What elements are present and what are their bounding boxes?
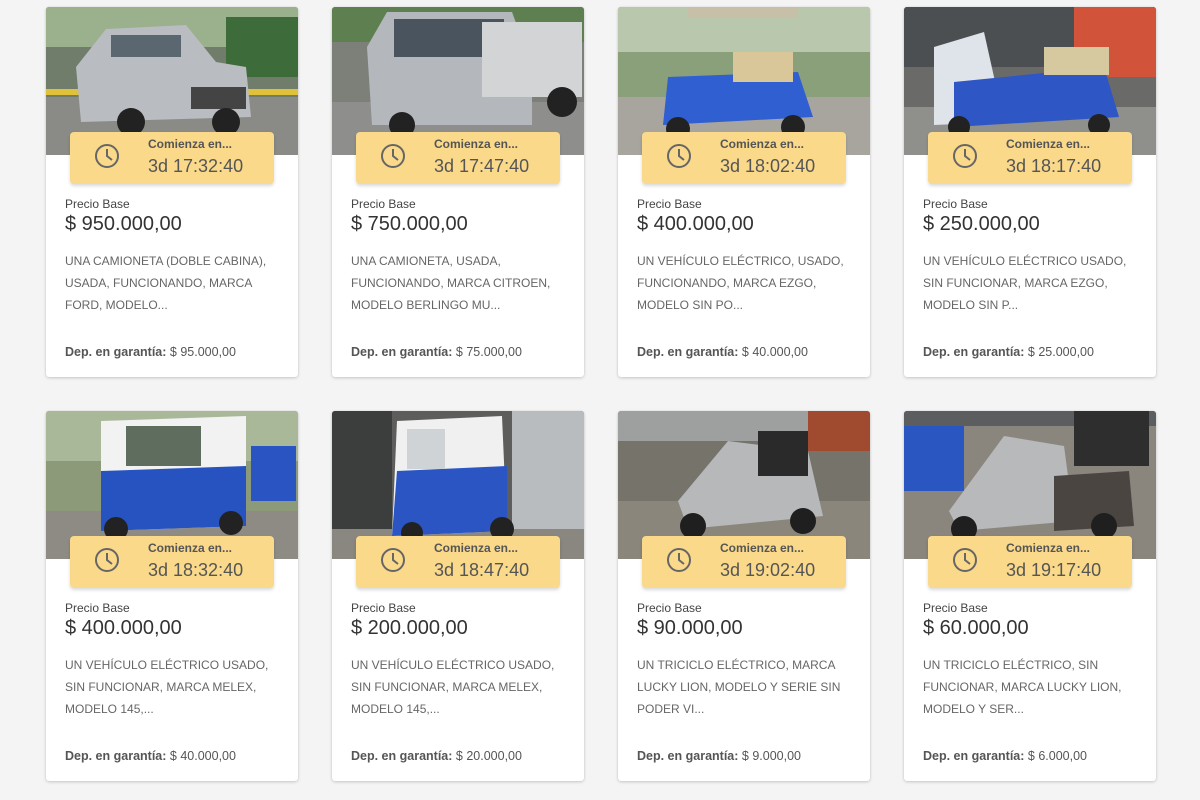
deposit-amount: $ 25.000,00 (1027, 345, 1094, 359)
clock-icon (667, 548, 691, 572)
clock-icon (667, 144, 691, 168)
lot-card[interactable]: Comienza en... 3d 18:32:40 Precio Base $… (46, 411, 298, 781)
base-price: $ 200.000,00 (351, 617, 468, 639)
deposit-label: Dep. en garantía: (923, 345, 1025, 359)
lot-description: UN VEHÍCULO ELÉCTRICO USADO, SIN FUNCION… (351, 658, 555, 716)
countdown-label: Comienza en... (720, 541, 805, 555)
deposit-amount: $ 20.000,00 (455, 749, 522, 763)
countdown-time: 3d 18:47:40 (434, 560, 530, 580)
countdown-badge: Comienza en... 3d 18:47:40 (356, 536, 560, 588)
countdown-label: Comienza en... (434, 541, 519, 555)
lot-details: Precio Base $ 60.000,00 UN TRICICLO ELÉC… (904, 559, 1156, 781)
base-price-label: Precio Base (351, 601, 416, 615)
countdown-badge: Comienza en... 3d 17:47:40 (356, 132, 560, 184)
clock-icon (95, 548, 119, 572)
base-price-label: Precio Base (637, 601, 702, 615)
countdown-badge: Comienza en... 3d 18:17:40 (928, 132, 1132, 184)
countdown-badge: Comienza en... 3d 18:32:40 (70, 536, 274, 588)
base-price: $ 400.000,00 (65, 617, 182, 639)
base-price-label: Precio Base (923, 197, 988, 211)
deposit-label: Dep. en garantía: (923, 749, 1025, 763)
clock-icon (953, 144, 977, 168)
base-price-label: Precio Base (65, 197, 130, 211)
lot-details: Precio Base $ 950.000,00 UNA CAMIONETA (… (46, 155, 298, 377)
countdown-label: Comienza en... (148, 541, 233, 555)
lot-description: UNA CAMIONETA (DOBLE CABINA), USADA, FUN… (65, 254, 267, 312)
deposit-label: Dep. en garantía: (637, 749, 739, 763)
countdown-label: Comienza en... (434, 137, 519, 151)
countdown-label: Comienza en... (1006, 541, 1091, 555)
base-price-label: Precio Base (65, 601, 130, 615)
deposit-amount: $ 6.000,00 (1027, 749, 1087, 763)
lot-card[interactable]: Comienza en... 3d 19:17:40 Precio Base $… (904, 411, 1156, 781)
lot-details: Precio Base $ 400.000,00 UN VEHÍCULO ELÉ… (618, 155, 870, 377)
deposit-label: Dep. en garantía: (65, 749, 167, 763)
deposit: Dep. en garantía: $ 20.000,00 (351, 749, 522, 763)
deposit: Dep. en garantía: $ 75.000,00 (351, 345, 522, 359)
lot-card[interactable]: Comienza en... 3d 19:02:40 Precio Base $… (618, 411, 870, 781)
base-price: $ 250.000,00 (923, 213, 1040, 235)
auction-lot-grid: Comienza en... 3d 17:32:40 Precio Base $… (0, 0, 1200, 800)
deposit-amount: $ 40.000,00 (741, 345, 808, 359)
base-price: $ 950.000,00 (65, 213, 182, 235)
deposit: Dep. en garantía: $ 9.000,00 (637, 749, 801, 763)
countdown-time: 3d 18:17:40 (1006, 156, 1102, 176)
lot-details: Precio Base $ 750.000,00 UNA CAMIONETA, … (332, 155, 584, 377)
countdown-time: 3d 18:32:40 (148, 560, 244, 580)
deposit: Dep. en garantía: $ 40.000,00 (65, 749, 236, 763)
deposit: Dep. en garantía: $ 95.000,00 (65, 345, 236, 359)
countdown-label: Comienza en... (1006, 137, 1091, 151)
deposit-label: Dep. en garantía: (637, 345, 739, 359)
deposit: Dep. en garantía: $ 6.000,00 (923, 749, 1087, 763)
deposit-label: Dep. en garantía: (351, 345, 453, 359)
clock-icon (381, 144, 405, 168)
clock-icon (95, 144, 119, 168)
countdown-badge: Comienza en... 3d 19:02:40 (642, 536, 846, 588)
base-price-label: Precio Base (351, 197, 416, 211)
clock-icon (953, 548, 977, 572)
lot-card[interactable]: Comienza en... 3d 17:32:40 Precio Base $… (46, 7, 298, 377)
countdown-badge: Comienza en... 3d 18:02:40 (642, 132, 846, 184)
countdown-time: 3d 17:32:40 (148, 156, 244, 176)
countdown-badge: Comienza en... 3d 19:17:40 (928, 536, 1132, 588)
base-price: $ 400.000,00 (637, 213, 754, 235)
lot-description: UN VEHÍCULO ELÉCTRICO, USADO, FUNCIONAND… (637, 254, 844, 312)
lot-description: UNA CAMIONETA, USADA, FUNCIONANDO, MARCA… (351, 254, 551, 312)
base-price-label: Precio Base (637, 197, 702, 211)
deposit-amount: $ 9.000,00 (741, 749, 801, 763)
lot-details: Precio Base $ 200.000,00 UN VEHÍCULO ELÉ… (332, 559, 584, 781)
lot-card[interactable]: Comienza en... 3d 18:47:40 Precio Base $… (332, 411, 584, 781)
lot-card[interactable]: Comienza en... 3d 18:17:40 Precio Base $… (904, 7, 1156, 377)
base-price: $ 90.000,00 (637, 617, 743, 639)
countdown-time: 3d 19:02:40 (720, 560, 816, 580)
deposit-amount: $ 40.000,00 (169, 749, 236, 763)
deposit: Dep. en garantía: $ 40.000,00 (637, 345, 808, 359)
countdown-label: Comienza en... (148, 137, 233, 151)
deposit-label: Dep. en garantía: (351, 749, 453, 763)
countdown-time: 3d 18:02:40 (720, 156, 816, 176)
lot-details: Precio Base $ 90.000,00 UN TRICICLO ELÉC… (618, 559, 870, 781)
base-price-label: Precio Base (923, 601, 988, 615)
lot-description: UN TRICICLO ELÉCTRICO, SIN FUNCIONAR, MA… (923, 658, 1122, 716)
lot-description: UN VEHÍCULO ELÉCTRICO USADO, SIN FUNCION… (923, 254, 1127, 312)
base-price: $ 750.000,00 (351, 213, 468, 235)
lot-details: Precio Base $ 250.000,00 UN VEHÍCULO ELÉ… (904, 155, 1156, 377)
lot-description: UN TRICICLO ELÉCTRICO, MARCA LUCKY LION,… (637, 658, 841, 716)
lot-description: UN VEHÍCULO ELÉCTRICO USADO, SIN FUNCION… (65, 658, 269, 716)
lot-card[interactable]: Comienza en... 3d 18:02:40 Precio Base $… (618, 7, 870, 377)
deposit: Dep. en garantía: $ 25.000,00 (923, 345, 1094, 359)
deposit-amount: $ 95.000,00 (169, 345, 236, 359)
base-price: $ 60.000,00 (923, 617, 1029, 639)
deposit-label: Dep. en garantía: (65, 345, 167, 359)
countdown-label: Comienza en... (720, 137, 805, 151)
countdown-badge: Comienza en... 3d 17:32:40 (70, 132, 274, 184)
deposit-amount: $ 75.000,00 (455, 345, 522, 359)
clock-icon (381, 548, 405, 572)
lot-card[interactable]: Comienza en... 3d 17:47:40 Precio Base $… (332, 7, 584, 377)
countdown-time: 3d 17:47:40 (434, 156, 530, 176)
lot-details: Precio Base $ 400.000,00 UN VEHÍCULO ELÉ… (46, 559, 298, 781)
countdown-time: 3d 19:17:40 (1006, 560, 1102, 580)
